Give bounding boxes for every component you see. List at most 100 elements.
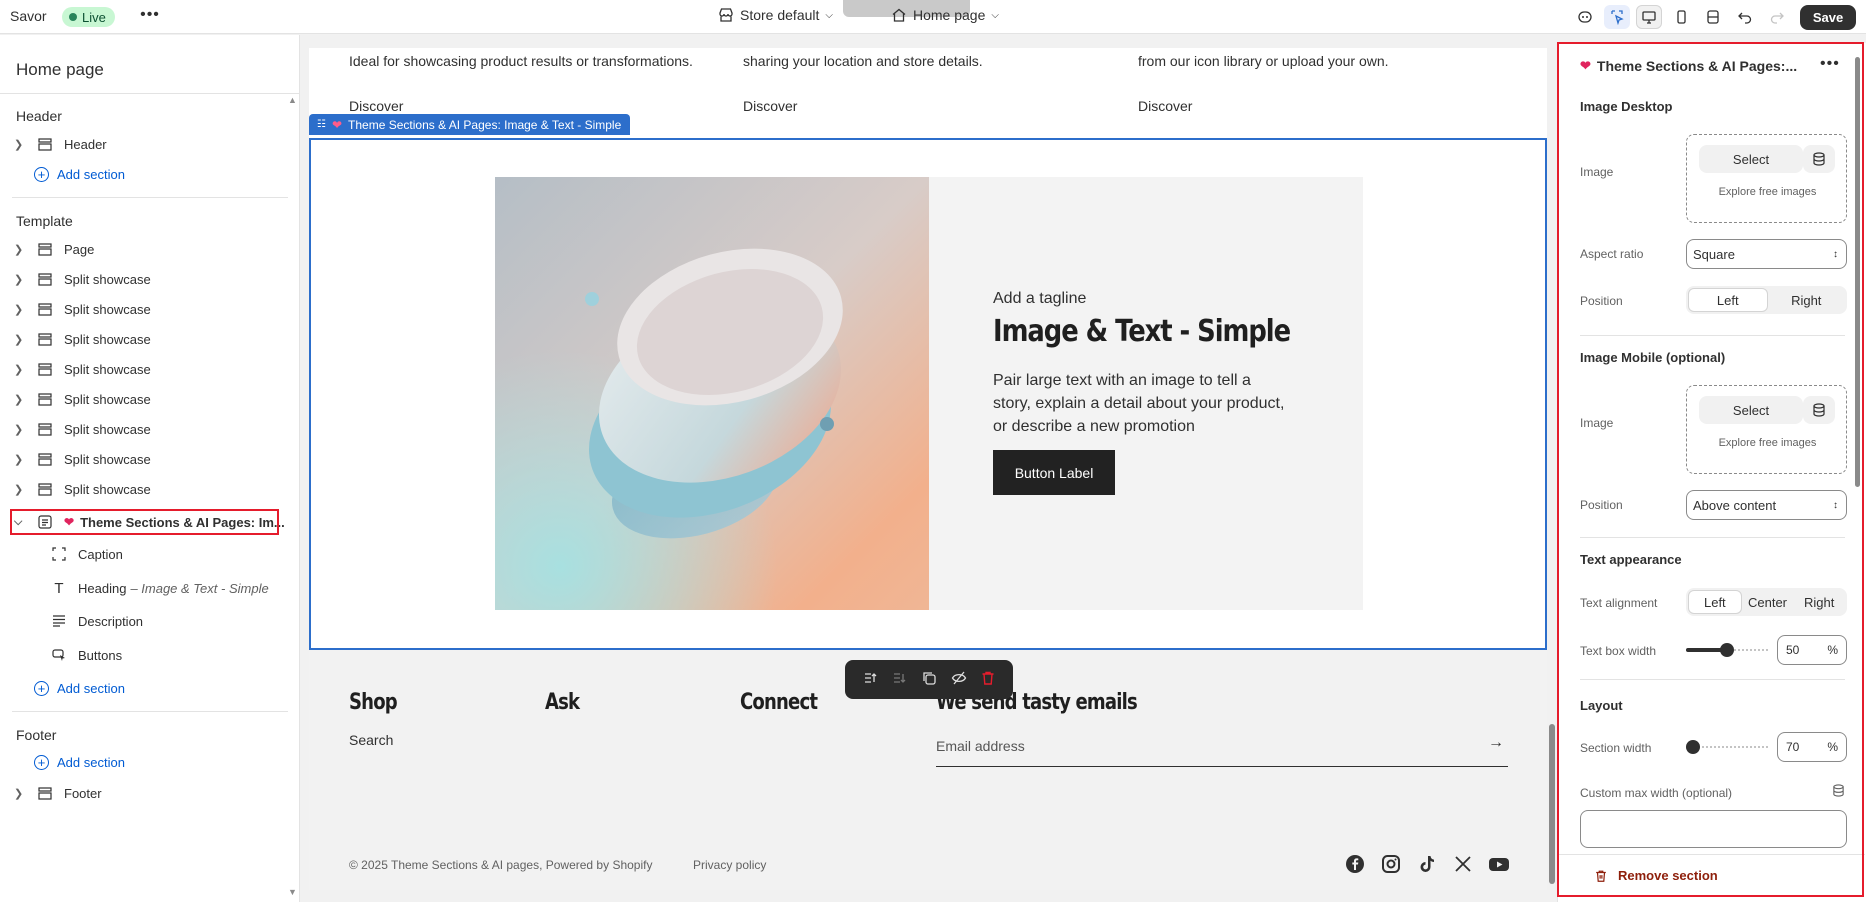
facebook-icon[interactable] [1344, 853, 1366, 875]
sidebar-item-page[interactable]: ❯ Page [0, 236, 290, 262]
duplicate-icon[interactable] [921, 670, 937, 689]
store-icon [719, 8, 733, 22]
database-icon[interactable] [1803, 396, 1835, 424]
sidebar-item-split-showcase[interactable]: ❯ Split showcase [0, 296, 290, 322]
chevron-right-icon[interactable]: ❯ [14, 453, 36, 466]
position-right-option[interactable]: Right [1768, 288, 1846, 312]
youtube-icon[interactable] [1488, 853, 1510, 875]
chevron-right-icon[interactable]: ❯ [14, 333, 36, 346]
align-left-option[interactable]: Left [1688, 590, 1742, 614]
align-center-option[interactable]: Center [1742, 590, 1794, 614]
chevron-right-icon[interactable]: ❯ [14, 303, 36, 316]
sidebar-item-split-showcase[interactable]: ❯ Split showcase [0, 446, 290, 472]
select-image-button[interactable]: Select [1699, 396, 1803, 424]
drag-handle-icon[interactable]: ☷ [317, 119, 326, 130]
discover-link[interactable]: Discover [1138, 98, 1192, 114]
section-width-slider[interactable] [1686, 740, 1768, 754]
sidebar-item-split-showcase[interactable]: ❯ Split showcase [0, 326, 290, 352]
text-box-width-input[interactable]: 50% [1777, 635, 1847, 665]
add-section-template-button[interactable]: + Add section [34, 678, 125, 698]
inspector-icon[interactable] [1604, 5, 1630, 29]
arrow-right-icon[interactable]: → [1488, 734, 1504, 752]
add-section-footer-button[interactable]: + Add section [34, 752, 125, 772]
hero-image[interactable] [495, 177, 929, 610]
scroll-down-icon[interactable]: ▼ [288, 887, 297, 897]
sidebar-item-header[interactable]: ❯ Header [0, 131, 290, 157]
save-button[interactable]: Save [1800, 5, 1856, 30]
section-width-input[interactable]: 70% [1777, 732, 1847, 762]
sidebar-item-split-showcase[interactable]: ❯ Split showcase [0, 356, 290, 382]
chevron-right-icon[interactable]: ❯ [14, 243, 36, 256]
database-icon[interactable] [1832, 784, 1845, 800]
block-buttons[interactable]: Buttons [0, 642, 290, 668]
ai-assistant-icon[interactable] [1572, 5, 1598, 29]
settings-scroll-thumb[interactable] [1855, 57, 1860, 487]
text-box-width-slider[interactable] [1686, 643, 1768, 657]
privacy-policy-link[interactable]: Privacy policy [693, 858, 766, 872]
add-section-header-button[interactable]: + Add section [34, 164, 125, 184]
tiktok-icon[interactable] [1416, 853, 1438, 875]
remove-section-button[interactable]: Remove section [1594, 868, 1718, 883]
aspect-ratio-label: Aspect ratio [1580, 247, 1644, 261]
block-description[interactable]: Description [0, 608, 290, 634]
discover-link[interactable]: Discover [349, 98, 403, 114]
position-left-option[interactable]: Left [1688, 288, 1768, 312]
slider-knob[interactable] [1720, 643, 1734, 657]
section-tag[interactable]: ☷ ❤ Theme Sections & AI Pages: Image & T… [309, 114, 631, 135]
sidebar-item-split-showcase[interactable]: ❯ Split showcase [0, 476, 290, 502]
delete-icon[interactable] [980, 670, 996, 689]
chevron-right-icon[interactable]: ❯ [14, 363, 36, 376]
canvas-scrollbar[interactable] [1549, 48, 1555, 890]
block-caption[interactable]: Caption [0, 541, 290, 567]
mobile-image-picker[interactable]: Select Explore free images [1686, 385, 1847, 474]
custom-max-width-input[interactable] [1580, 810, 1847, 848]
move-down-icon[interactable] [891, 670, 907, 689]
aspect-ratio-select[interactable]: Square ↕ [1686, 239, 1847, 269]
redo-icon[interactable] [1764, 5, 1790, 29]
page-selector[interactable]: Home page ⌵ [891, 7, 999, 23]
slider-knob[interactable] [1686, 740, 1700, 754]
sidebar-item-split-showcase[interactable]: ❯ Split showcase [0, 266, 290, 292]
instagram-icon[interactable] [1380, 853, 1402, 875]
canvas-scroll-thumb[interactable] [1549, 724, 1555, 884]
chevron-right-icon[interactable]: ❯ [14, 138, 36, 151]
block-heading[interactable]: T Heading – Image & Text - Simple [0, 575, 290, 601]
hero-cta-button[interactable]: Button Label [993, 450, 1115, 495]
undo-icon[interactable] [1732, 5, 1758, 29]
divider [12, 711, 288, 712]
hero-tagline[interactable]: Add a tagline [993, 290, 1086, 308]
footer-link-search[interactable]: Search [349, 732, 393, 748]
mobile-view-icon[interactable] [1668, 5, 1694, 29]
select-image-button[interactable]: Select [1699, 145, 1803, 173]
more-actions-icon[interactable]: ••• [1820, 55, 1840, 73]
discover-link[interactable]: Discover [743, 98, 797, 114]
sidebar-item-footer[interactable]: ❯ Footer [0, 780, 290, 806]
email-input[interactable]: Email address [936, 738, 1025, 754]
chevron-right-icon[interactable]: ❯ [14, 273, 36, 286]
desktop-image-picker[interactable]: Select Explore free images [1686, 134, 1847, 223]
chevron-right-icon[interactable]: ❯ [14, 787, 36, 800]
more-actions-icon[interactable]: ••• [140, 7, 160, 27]
move-up-icon[interactable] [862, 670, 878, 689]
store-selector[interactable]: Store default ⌵ [718, 7, 833, 23]
database-icon[interactable] [1803, 145, 1835, 173]
chevron-right-icon[interactable]: ❯ [14, 483, 36, 496]
chevron-right-icon[interactable]: ❯ [14, 393, 36, 406]
copyright-text: © 2025 Theme Sections & AI pages, Powere… [349, 858, 653, 872]
sidebar-item-split-showcase[interactable]: ❯ Split showcase [0, 416, 290, 442]
align-right-option[interactable]: Right [1793, 590, 1845, 614]
chevron-right-icon[interactable]: ❯ [14, 423, 36, 436]
hero-heading[interactable]: Image & Text - Simple [993, 314, 1291, 349]
explore-free-images-link[interactable]: Explore free images [1687, 186, 1848, 198]
desktop-view-icon[interactable] [1636, 5, 1662, 29]
hero-description[interactable]: Pair large text with an image to tell a … [993, 369, 1293, 438]
scroll-up-icon[interactable]: ▲ [288, 95, 297, 105]
explore-free-images-link[interactable]: Explore free images [1687, 437, 1848, 449]
mobile-position-select[interactable]: Above content ↕ [1686, 490, 1847, 520]
hide-icon[interactable] [951, 670, 967, 689]
fullscreen-icon[interactable] [1700, 5, 1726, 29]
x-twitter-icon[interactable] [1452, 853, 1474, 875]
divider [1580, 537, 1845, 538]
sidebar-item-split-showcase[interactable]: ❯ Split showcase [0, 386, 290, 412]
chevron-down-icon: ⌵ [825, 9, 833, 21]
